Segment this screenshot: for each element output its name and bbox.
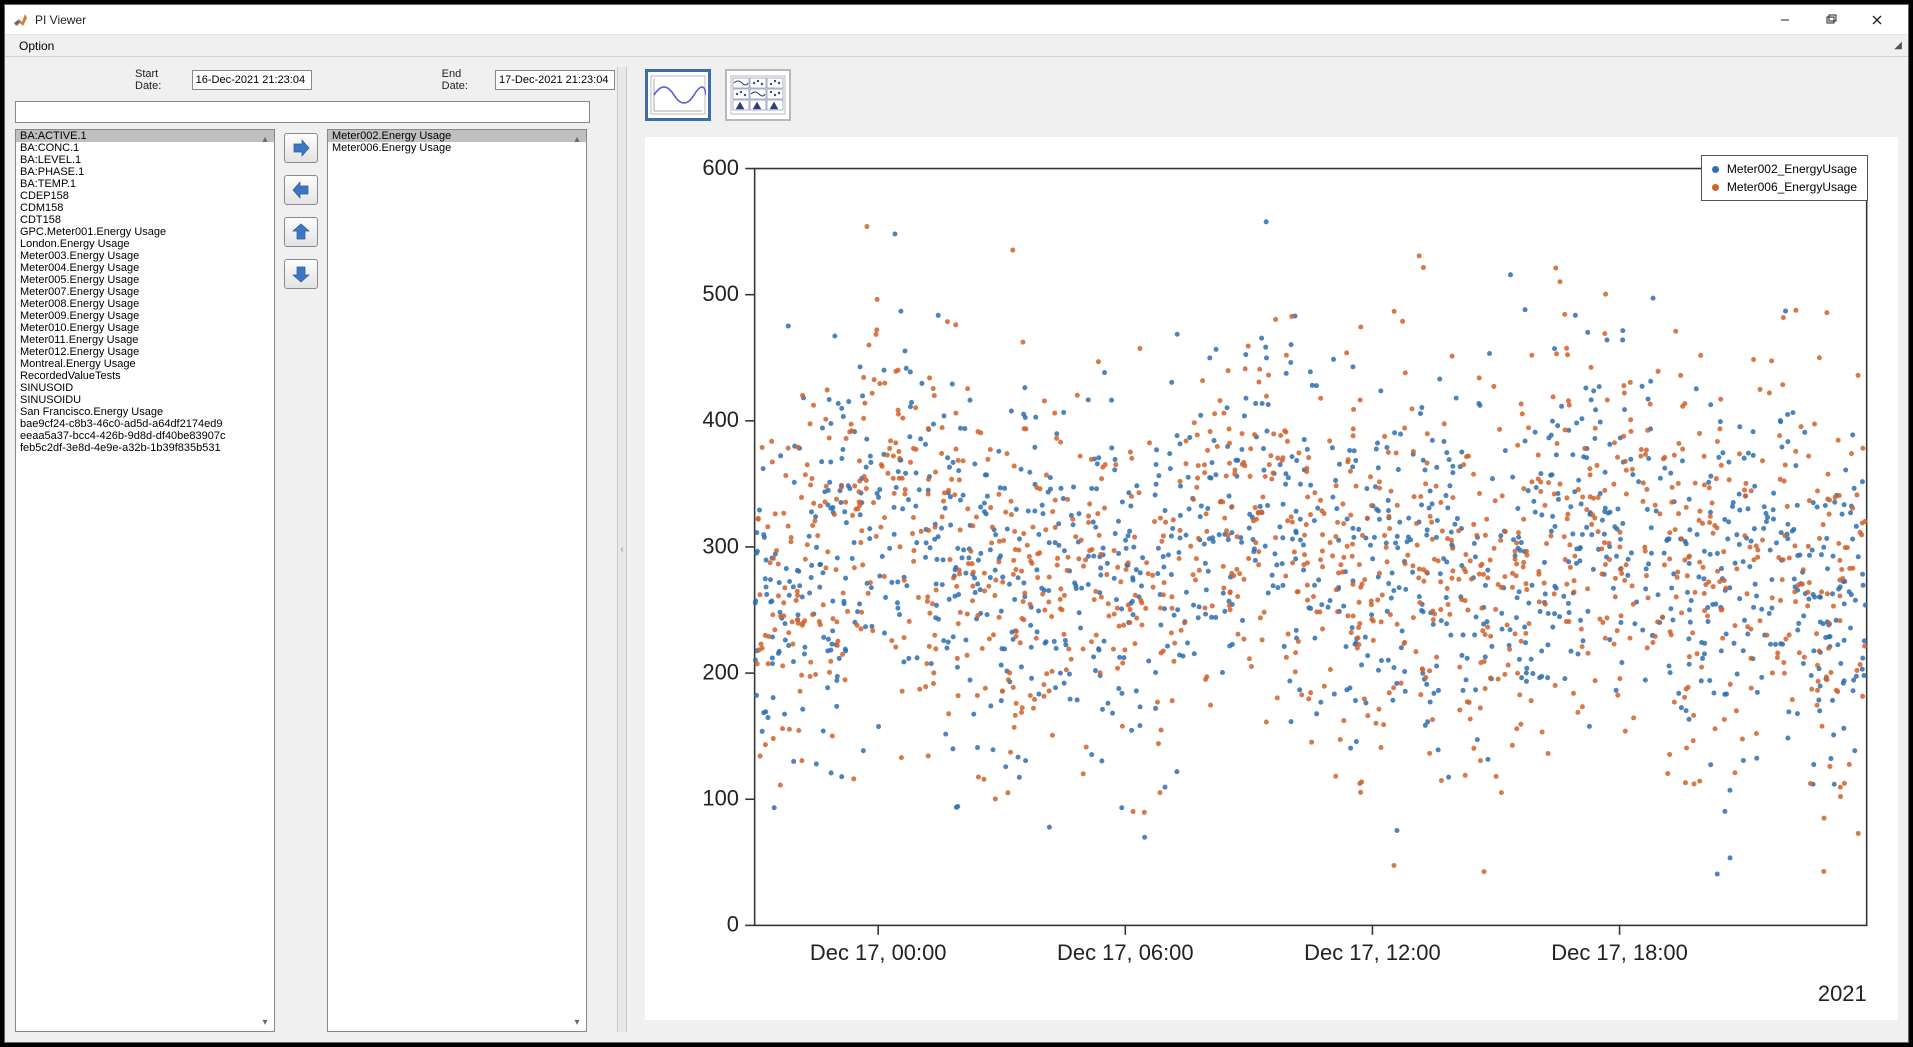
- chart-legend: Meter002_EnergyUsage Meter006_EnergyUsag…: [1701, 155, 1868, 201]
- svg-text:400: 400: [702, 407, 739, 432]
- workspace: Start Date: End Date: ▴ ▾ BA:ACTIVE.1BA:…: [5, 57, 1908, 1042]
- end-date-label: End Date:: [442, 68, 485, 92]
- move-buttons-column: [281, 129, 321, 1032]
- svg-text:Dec 17, 12:00: Dec 17, 12:00: [1304, 940, 1441, 965]
- multi-plot-mode-button[interactable]: [725, 69, 791, 121]
- left-pane: Start Date: End Date: ▴ ▾ BA:ACTIVE.1BA:…: [15, 67, 615, 1032]
- list-item[interactable]: RecordedValueTests: [16, 370, 274, 382]
- start-date-label: Start Date:: [135, 68, 182, 92]
- list-item[interactable]: eeaa5a37-bcc4-426b-9d8d-df40be83907c: [16, 430, 274, 442]
- window-title: PI Viewer: [35, 13, 86, 27]
- move-down-button[interactable]: [284, 259, 318, 289]
- list-item[interactable]: SINUSOID: [16, 382, 274, 394]
- pane-divider[interactable]: ‹: [615, 67, 629, 1032]
- list-item[interactable]: London.Energy Usage: [16, 238, 274, 250]
- divider-handle-icon: ‹: [620, 544, 623, 555]
- lists-row: ▴ ▾ BA:ACTIVE.1BA:CONC.1BA:LEVEL.1BA:PHA…: [15, 129, 615, 1032]
- list-item[interactable]: bae9cf24-c8b3-46c0-ad5d-a64df2174ed9: [16, 418, 274, 430]
- svg-text:Dec 17, 06:00: Dec 17, 06:00: [1057, 940, 1194, 965]
- scatter-chart: 0 100 200 300 400 500 600 Dec 17, 00:00 Dec 17, …: [645, 137, 1898, 1020]
- svg-text:2021: 2021: [1818, 981, 1867, 1006]
- menu-option[interactable]: Option: [13, 37, 60, 55]
- list-item[interactable]: CDEP158: [16, 190, 274, 202]
- list-item[interactable]: Meter006.Energy Usage: [328, 142, 586, 154]
- selected-tags-list[interactable]: ▴ ▾ Meter002.Energy UsageMeter006.Energy…: [327, 129, 587, 1032]
- move-left-button[interactable]: [284, 175, 318, 205]
- close-button[interactable]: [1854, 5, 1900, 35]
- list-item[interactable]: Meter012.Energy Usage: [16, 346, 274, 358]
- single-plot-mode-button[interactable]: [645, 69, 711, 121]
- move-up-button[interactable]: [284, 217, 318, 247]
- list-item[interactable]: CDM158: [16, 202, 274, 214]
- list-item[interactable]: Meter010.Energy Usage: [16, 322, 274, 334]
- title-bar: PI Viewer: [5, 5, 1908, 35]
- svg-text:500: 500: [702, 281, 739, 306]
- list-item[interactable]: Montreal.Energy Usage: [16, 358, 274, 370]
- legend-entry: Meter006_EnergyUsage: [1712, 178, 1857, 196]
- list-item[interactable]: Meter007.Energy Usage: [16, 286, 274, 298]
- list-item[interactable]: CDT158: [16, 214, 274, 226]
- end-date-input[interactable]: [495, 70, 615, 90]
- date-row: Start Date: End Date:: [15, 67, 615, 93]
- scroll-down-icon[interactable]: ▾: [258, 1015, 272, 1029]
- list-item[interactable]: Meter002.Energy Usage: [328, 130, 586, 142]
- list-item[interactable]: BA:TEMP.1: [16, 178, 274, 190]
- maximize-button[interactable]: [1808, 5, 1854, 35]
- svg-text:0: 0: [727, 912, 739, 937]
- scroll-up-icon[interactable]: ▴: [258, 132, 272, 146]
- chart-area[interactable]: 0 100 200 300 400 500 600 Dec 17, 00:00 Dec 17, …: [645, 137, 1898, 1020]
- right-pane: 0 100 200 300 400 500 600 Dec 17, 00:00 Dec 17, …: [629, 67, 1898, 1032]
- list-item[interactable]: BA:CONC.1: [16, 142, 274, 154]
- list-item[interactable]: BA:ACTIVE.1: [16, 130, 274, 142]
- legend-entry: Meter002_EnergyUsage: [1712, 160, 1857, 178]
- list-item[interactable]: GPC.Meter001.Energy Usage: [16, 226, 274, 238]
- legend-marker-icon: [1712, 166, 1719, 173]
- svg-text:Dec 17, 00:00: Dec 17, 00:00: [810, 940, 947, 965]
- legend-label: Meter006_EnergyUsage: [1727, 178, 1857, 196]
- list-item[interactable]: San Francisco.Energy Usage: [16, 406, 274, 418]
- matlab-icon: [13, 12, 29, 28]
- svg-text:Dec 17, 18:00: Dec 17, 18:00: [1551, 940, 1688, 965]
- list-item[interactable]: Meter005.Energy Usage: [16, 274, 274, 286]
- list-item[interactable]: Meter004.Energy Usage: [16, 262, 274, 274]
- legend-label: Meter002_EnergyUsage: [1727, 160, 1857, 178]
- svg-text:100: 100: [702, 785, 739, 810]
- legend-marker-icon: [1712, 184, 1719, 191]
- scroll-up-icon[interactable]: ▴: [570, 132, 584, 146]
- pi-viewer-window: PI Viewer Option ◢ Start Date: End Date:: [4, 4, 1909, 1043]
- scroll-down-icon[interactable]: ▾: [570, 1015, 584, 1029]
- menu-bar: Option ◢: [5, 35, 1908, 57]
- list-item[interactable]: SINUSOIDU: [16, 394, 274, 406]
- list-item[interactable]: Meter011.Energy Usage: [16, 334, 274, 346]
- start-date-input[interactable]: [192, 70, 312, 90]
- list-item[interactable]: Meter003.Energy Usage: [16, 250, 274, 262]
- svg-text:300: 300: [702, 533, 739, 558]
- svg-text:200: 200: [702, 659, 739, 684]
- minimize-button[interactable]: [1762, 5, 1808, 35]
- list-item[interactable]: BA:LEVEL.1: [16, 154, 274, 166]
- list-item[interactable]: Meter009.Energy Usage: [16, 310, 274, 322]
- svg-text:600: 600: [702, 155, 739, 180]
- move-right-button[interactable]: [284, 133, 318, 163]
- menu-overflow-icon[interactable]: ◢: [1894, 40, 1902, 51]
- search-input[interactable]: [15, 101, 590, 123]
- list-item[interactable]: BA:PHASE.1: [16, 166, 274, 178]
- list-item[interactable]: Meter008.Energy Usage: [16, 298, 274, 310]
- list-item[interactable]: feb5c2df-3e8d-4e9e-a32b-1b39f835b531: [16, 442, 274, 454]
- available-tags-list[interactable]: ▴ ▾ BA:ACTIVE.1BA:CONC.1BA:LEVEL.1BA:PHA…: [15, 129, 275, 1032]
- plot-mode-row: [645, 67, 1898, 127]
